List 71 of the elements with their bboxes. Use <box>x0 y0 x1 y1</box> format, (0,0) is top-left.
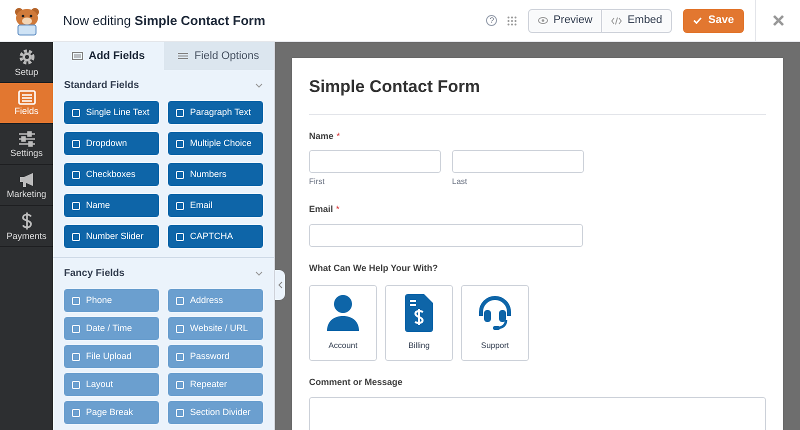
field-label: Name <box>309 130 334 142</box>
section-heading: Standard Fields <box>64 79 140 93</box>
field-type-icon <box>72 232 80 240</box>
field-type-icon <box>72 352 80 360</box>
chevron-down-icon[interactable] <box>255 271 263 276</box>
field-type-icon <box>72 324 80 332</box>
choice-card[interactable]: Billing <box>385 285 453 361</box>
choice-card[interactable]: Support <box>461 285 529 361</box>
field-type-icon <box>72 408 80 416</box>
field-type-icon <box>72 202 80 210</box>
field-button[interactable]: Single Line Text <box>64 101 159 124</box>
preview-button[interactable]: Preview <box>529 10 602 32</box>
sliders-icon <box>178 52 188 60</box>
gear-icon <box>18 48 36 66</box>
field-type-icon <box>176 202 184 210</box>
field-button[interactable]: Multiple Choice <box>168 132 263 155</box>
input-field[interactable] <box>452 150 584 173</box>
field-type-icon <box>176 352 184 360</box>
dollar-icon <box>20 212 32 230</box>
field-type-icon <box>72 380 80 388</box>
chevron-left-icon <box>278 281 282 289</box>
field-type-icon <box>176 296 184 304</box>
form-icon <box>18 90 36 105</box>
field-button[interactable]: Checkboxes <box>64 163 159 186</box>
input-field[interactable] <box>309 224 583 246</box>
field-type-icon <box>176 380 184 388</box>
field-type-icon <box>176 408 184 416</box>
sliders-icon <box>18 130 36 146</box>
code-icon <box>611 16 622 24</box>
megaphone-icon <box>18 172 36 188</box>
choice-card[interactable]: Account <box>309 285 377 361</box>
field-label: Comment or Message <box>309 376 403 389</box>
panel-tab[interactable]: Field Options <box>164 42 274 70</box>
field-type-icon <box>72 296 80 304</box>
list-icon <box>72 52 83 60</box>
field-button[interactable]: Paragraph Text <box>168 101 263 124</box>
required-asterisk: * <box>336 130 340 142</box>
help-icon[interactable]: ? <box>486 15 498 26</box>
required-asterisk: * <box>336 203 340 216</box>
field-type-icon <box>176 324 184 332</box>
chevron-down-icon[interactable] <box>255 83 263 88</box>
field-type-icon <box>176 108 184 116</box>
invoice-icon <box>405 294 433 332</box>
section-heading: Fancy Fields <box>64 267 125 281</box>
person-icon <box>326 294 360 332</box>
sublabel: First <box>309 176 326 188</box>
field-type-icon <box>72 170 80 178</box>
headset-icon <box>476 294 514 332</box>
field-button[interactable]: Name <box>64 194 159 217</box>
input-field[interactable] <box>309 150 441 173</box>
field-type-icon <box>176 140 184 148</box>
field-type-icon <box>72 140 80 148</box>
field-button[interactable]: CAPTCHA <box>168 225 263 248</box>
embed-button[interactable]: Embed <box>602 10 672 32</box>
close-icon[interactable] <box>772 15 784 26</box>
field-button[interactable]: Number Slider <box>64 225 159 248</box>
checkmark-icon <box>693 17 702 24</box>
field-button[interactable]: Email <box>168 194 263 217</box>
field-type-icon <box>176 170 184 178</box>
eye-icon <box>538 17 548 24</box>
field-label: What Can We Help Your With? <box>309 262 438 275</box>
field-label: Email <box>309 203 334 216</box>
sublabel: Last <box>452 176 468 188</box>
field-type-icon <box>72 108 80 116</box>
field-button[interactable]: Dropdown <box>64 132 159 155</box>
form-title: Simple Contact Form <box>309 74 766 114</box>
grid-icon[interactable] <box>507 16 518 26</box>
editing-title: Now editing Simple Contact Form <box>63 12 266 30</box>
field-type-icon <box>176 232 184 240</box>
collapse-handle[interactable] <box>275 270 285 300</box>
field-button[interactable]: Numbers <box>168 163 263 186</box>
